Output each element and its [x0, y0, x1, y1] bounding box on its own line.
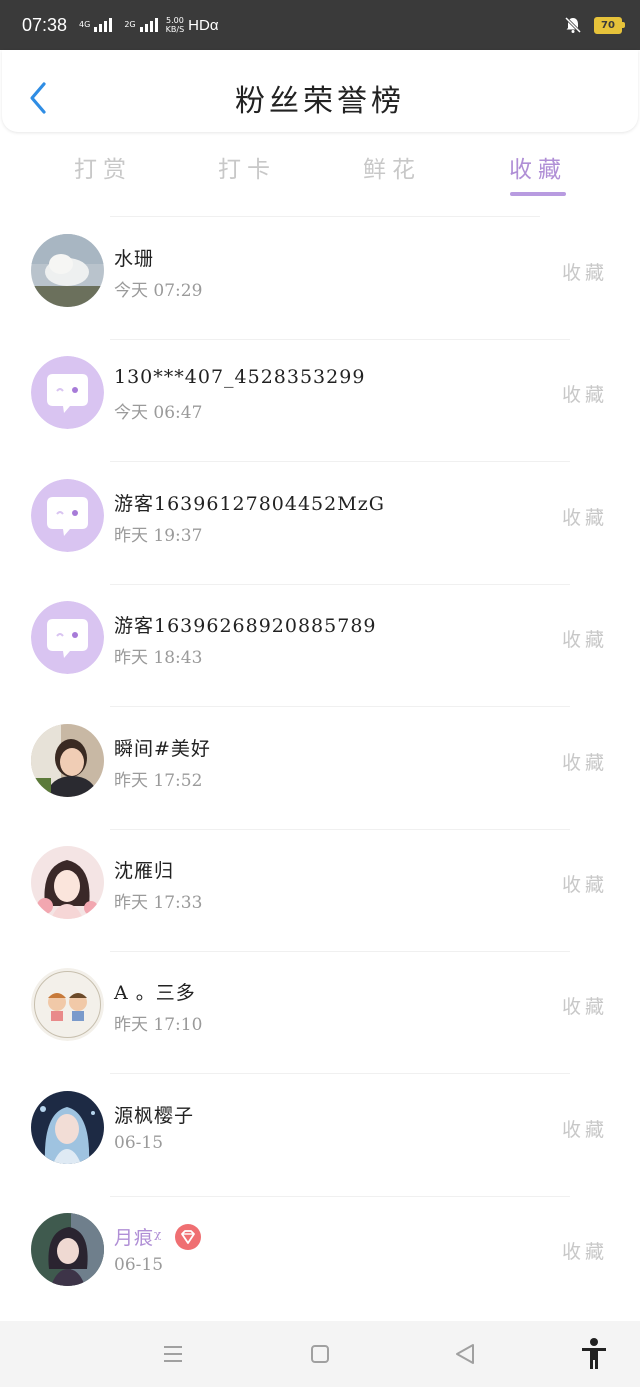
chat-bubble-icon: [31, 478, 104, 552]
fan-name: 源枫樱子: [114, 1104, 195, 1127]
list-item[interactable]: 月痕ᵡ 06-15 收藏: [0, 1197, 640, 1319]
menu-icon[interactable]: [162, 1341, 184, 1367]
divider: [110, 216, 540, 217]
fan-name: 月痕ᵡ: [114, 1227, 163, 1250]
avatar: [31, 968, 104, 1042]
status-time: 07:38: [22, 14, 68, 35]
avatar: [31, 601, 104, 675]
action-label: 收藏: [561, 996, 608, 1019]
avatar: [31, 356, 104, 430]
tab-favorites[interactable]: 收藏: [478, 150, 598, 184]
fan-name-container: 月痕ᵡ: [114, 1223, 202, 1252]
list-item[interactable]: 水珊 今天 07:29 收藏: [0, 218, 640, 340]
avatar: [31, 723, 104, 797]
hd-indicator: HDα: [188, 16, 219, 34]
action-label: 收藏: [561, 1118, 608, 1141]
fan-name: 瞬间#美好: [114, 737, 211, 760]
fan-time: 昨天 17:33: [114, 892, 203, 913]
chat-bubble-icon: [31, 601, 104, 675]
triangle-back-icon[interactable]: [454, 1341, 476, 1367]
list-item[interactable]: 沈雁归 昨天 17:33 收藏: [0, 830, 640, 952]
fan-name: 沈雁归: [114, 859, 175, 882]
fan-time: 昨天 18:43: [114, 648, 203, 669]
diamond-badge-icon: [175, 1224, 202, 1251]
action-label: 收藏: [561, 873, 608, 896]
network-speed: 5.00 KB/S: [166, 16, 185, 34]
chat-bubble-icon: [31, 356, 104, 430]
status-bar: 07:38 4G 2G 5.00 KB/S HDα 70: [0, 0, 640, 50]
tab-reward[interactable]: 打赏: [43, 150, 163, 184]
list-item[interactable]: 瞬间#美好 昨天 17:52 收藏: [0, 708, 640, 830]
action-label: 收藏: [561, 1241, 608, 1264]
signal-4g-icon: 4G: [79, 18, 113, 32]
fan-list: 水珊 今天 07:29 收藏 130***407_4528353299 今天 0…: [0, 218, 640, 1320]
page-title: 粉丝荣誉榜: [235, 84, 405, 119]
accessibility-icon[interactable]: [580, 1337, 608, 1371]
fan-name: 水珊: [114, 248, 155, 270]
avatar: [31, 478, 104, 552]
tab-flowers[interactable]: 鲜花: [332, 150, 452, 184]
list-item[interactable]: A 。三多 昨天 17:10 收藏: [0, 952, 640, 1075]
fan-time: 昨天 17:52: [114, 770, 203, 791]
list-item[interactable]: 源枫樱子 06-15 收藏: [0, 1075, 640, 1197]
fan-name: 130***407_4528353299: [114, 366, 366, 389]
action-label: 收藏: [561, 751, 608, 774]
action-label: 收藏: [561, 262, 608, 284]
battery-level: 70: [601, 19, 615, 31]
signal-1-label: 4G: [79, 20, 91, 29]
fan-name: 游客16396268920885789: [114, 615, 377, 638]
mute-bell-icon: [564, 16, 582, 34]
avatar: [31, 845, 104, 919]
signal-2-label: 2G: [124, 20, 136, 29]
action-label: 收藏: [561, 629, 608, 652]
header: 粉丝荣誉榜: [2, 50, 638, 132]
fan-time: 今天 06:47: [114, 403, 203, 424]
speed-unit: KB/S: [165, 25, 185, 34]
fan-time: 06-15: [114, 1255, 164, 1276]
list-item[interactable]: 游客16396127804452MzG 昨天 19:37 收藏: [0, 463, 640, 585]
speed-value: 5.00: [165, 16, 184, 25]
signal-2g-icon: 2G: [124, 18, 158, 32]
fan-time: 06-15: [114, 1132, 164, 1153]
tab-checkin[interactable]: 打卡: [187, 150, 307, 184]
list-item[interactable]: 游客16396268920885789 昨天 18:43 收藏: [0, 585, 640, 708]
system-nav-bar: [0, 1321, 640, 1387]
action-label: 收藏: [561, 384, 608, 407]
battery-icon: 70: [594, 16, 625, 34]
fan-time: 昨天 17:10: [114, 1015, 203, 1036]
fan-name: A 。三多: [114, 982, 196, 1005]
avatar: [31, 234, 104, 307]
fan-time: 今天 07:29: [114, 281, 203, 301]
avatar: [31, 1090, 104, 1164]
list-item[interactable]: 130***407_4528353299 今天 06:47 收藏: [0, 340, 640, 463]
active-tab-indicator: [510, 192, 566, 196]
action-label: 收藏: [561, 506, 608, 529]
fan-time: 昨天 19:37: [114, 525, 203, 546]
square-home-icon[interactable]: [309, 1341, 331, 1367]
fan-name: 游客16396127804452MzG: [114, 492, 385, 515]
tab-bar: 打赏 打卡 鲜花 收藏: [0, 132, 640, 217]
avatar: [31, 1213, 104, 1287]
